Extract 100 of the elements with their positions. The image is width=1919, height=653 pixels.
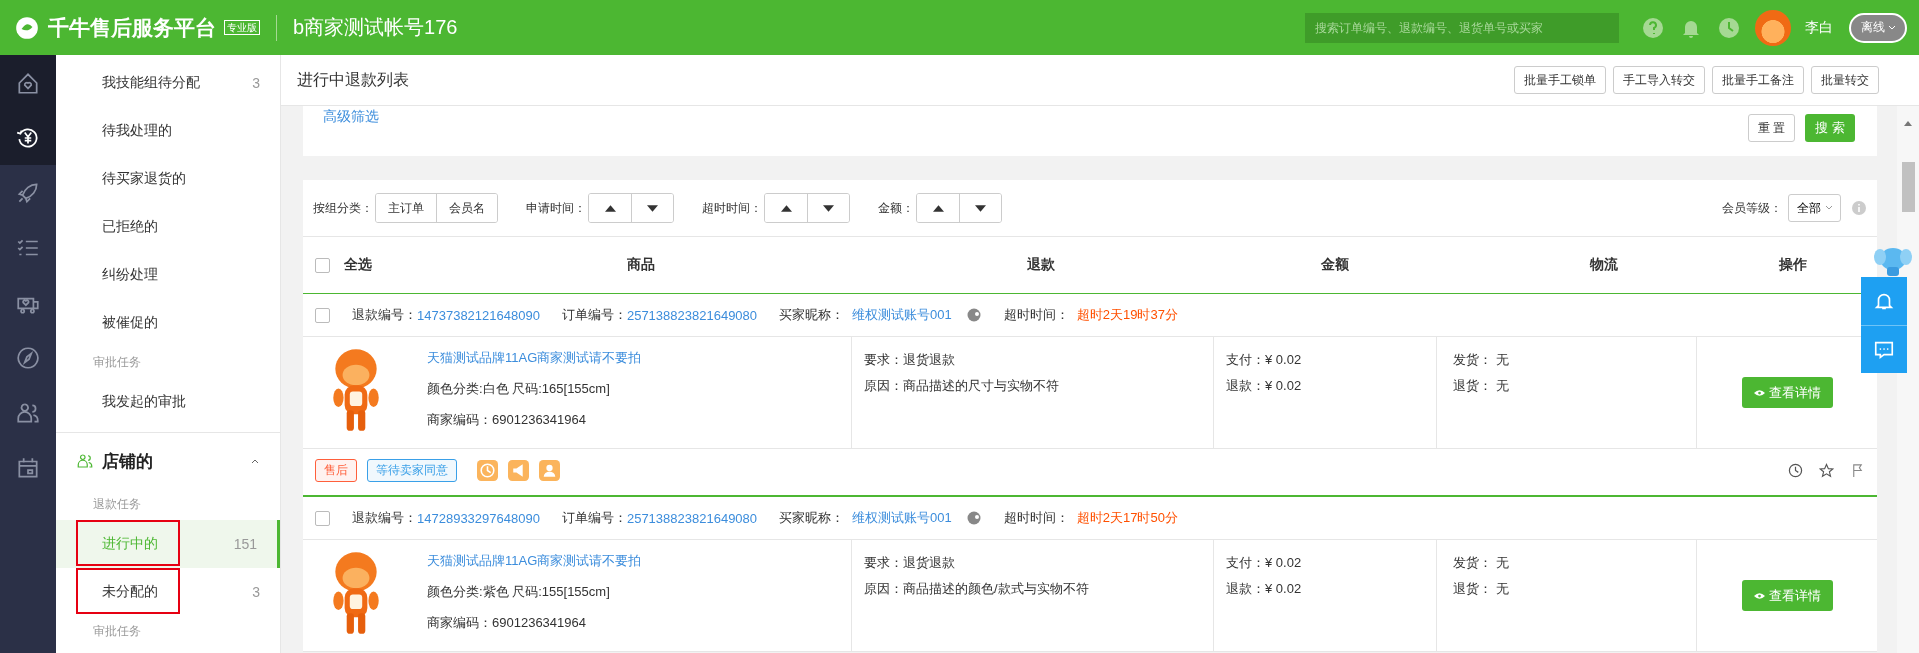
sidebar-item[interactable]: 我发起的审批 <box>56 378 280 426</box>
sidebar-item[interactable]: 待买家退货的 <box>56 155 280 203</box>
buyer-link[interactable]: 维权测试账号001 <box>852 306 952 324</box>
megaphone-icon[interactable] <box>508 459 529 481</box>
app-title: 千牛售后服务平台 <box>48 14 216 41</box>
level-label: 会员等级： <box>1722 199 1782 217</box>
field-label: 超时时间： <box>1003 306 1069 324</box>
field-label: 退款编号： <box>352 306 417 324</box>
refund-amount: 退款：¥ 0.02 <box>1226 377 1303 395</box>
action-button[interactable]: 批量转交 <box>1811 66 1879 94</box>
group-label: 按组分类： <box>313 199 373 217</box>
advanced-filter-link[interactable]: 高级筛选 <box>323 108 379 126</box>
sidebar-item[interactable]: 未分配的 3 <box>56 568 280 616</box>
refund-requirement: 要求：退货退款 <box>864 351 956 369</box>
logo-icon <box>14 14 40 41</box>
down-triangle-icon <box>823 204 834 212</box>
clock-icon[interactable] <box>1788 462 1803 478</box>
shipping-status: 发货： 无 <box>1453 351 1510 369</box>
field-label: 买家昵称： <box>779 306 845 324</box>
paid-amount: 支付：¥ 0.02 <box>1226 554 1303 572</box>
sort-label: 金额： <box>878 199 914 217</box>
refund-reason: 原因：商品描述的尺寸与实物不符 <box>864 377 1060 395</box>
notification-button[interactable] <box>1861 277 1907 325</box>
reset-button[interactable]: 重 置 <box>1748 114 1796 142</box>
chat-icon[interactable] <box>965 510 982 526</box>
user-name: 李白 <box>1805 18 1833 37</box>
sidebar-item[interactable]: 纠纷处理 <box>56 251 280 299</box>
product-code: 商家编码：6901236341964 <box>427 614 587 632</box>
up-triangle-icon <box>780 204 792 212</box>
timeout-value: 超时2天17时50分 <box>1076 509 1178 527</box>
message-button[interactable] <box>1861 325 1907 373</box>
edition-badge: 专业版 <box>224 20 260 35</box>
scroll-up-icon[interactable] <box>1903 120 1913 126</box>
sidebar-item[interactable]: 被催促的 <box>56 299 280 347</box>
down-triangle-icon <box>647 204 658 212</box>
section-label: 审批任务 <box>92 354 142 371</box>
product-title-link[interactable]: 天猫测试品牌11AG商家测试请不要拍 <box>427 349 642 367</box>
sort-down-button[interactable] <box>631 194 673 222</box>
status-tag: 等待卖家同意 <box>367 458 457 482</box>
action-button[interactable]: 批量手工备注 <box>1712 66 1804 94</box>
sidebar-item[interactable]: 我技能组待分配 3 <box>56 59 280 107</box>
column-header: 操作 <box>1778 256 1808 274</box>
avatar[interactable] <box>1755 9 1791 46</box>
sort-down-button[interactable] <box>807 194 849 222</box>
action-button[interactable]: 手工导入转交 <box>1613 66 1705 94</box>
timeout-value: 超时2天19时37分 <box>1076 306 1178 324</box>
order-number-link[interactable]: 257138823821649080 <box>626 307 758 323</box>
up-triangle-icon <box>932 204 944 212</box>
product-title-link[interactable]: 天猫测试品牌11AG商家测试请不要拍 <box>427 552 642 570</box>
level-select[interactable]: 全部 <box>1788 194 1841 222</box>
sidebar-item[interactable]: 已拒绝的 <box>56 203 280 251</box>
column-header: 金额 <box>1320 256 1350 274</box>
field-label: 退款编号： <box>352 509 417 527</box>
sort-label: 超时时间： <box>702 199 762 217</box>
select-all-label: 全选 <box>344 256 372 274</box>
status-tag: 售后 <box>315 458 357 482</box>
refund-requirement: 要求：退货退款 <box>864 554 956 572</box>
column-header: 退款 <box>1026 256 1056 274</box>
section-label: 审批任务 <box>92 623 142 640</box>
refund-amount: 退款：¥ 0.02 <box>1226 580 1303 598</box>
chat-icon[interactable] <box>965 307 982 323</box>
scrollbar[interactable] <box>1897 106 1919 653</box>
paid-amount: 支付：¥ 0.02 <box>1226 351 1303 369</box>
scroll-thumb[interactable] <box>1901 162 1915 212</box>
field-label: 订单编号： <box>561 306 627 324</box>
checkbox[interactable] <box>315 257 330 273</box>
eye-icon <box>1753 591 1765 600</box>
up-triangle-icon <box>604 204 616 212</box>
column-header: 商品 <box>626 256 656 274</box>
order-number-link[interactable]: 257138823821649080 <box>626 510 758 526</box>
shipping-status: 发货： 无 <box>1453 554 1510 572</box>
refund-reason: 原因：商品描述的颜色/款式与实物不符 <box>864 580 1090 598</box>
person-icon[interactable] <box>539 459 560 481</box>
page-title: 进行中退款列表 <box>297 69 409 90</box>
column-header: 物流 <box>1588 256 1619 274</box>
refund-number-link[interactable]: 14728933297648090 <box>417 510 540 526</box>
sidebar-item[interactable]: 待我处理的 <box>56 107 280 155</box>
field-label: 订单编号： <box>561 509 627 527</box>
sort-label: 申请时间： <box>526 199 586 217</box>
sort-down-button[interactable] <box>959 194 1001 222</box>
refund-number-link[interactable]: 14737382121648090 <box>417 307 540 323</box>
star-icon[interactable] <box>1819 462 1834 478</box>
down-triangle-icon <box>975 204 986 212</box>
group-button[interactable]: 会员名 <box>436 194 497 222</box>
product-spec: 颜色分类:白色 尺码:165[155cm] <box>427 380 611 398</box>
buyer-link[interactable]: 维权测试账号001 <box>852 509 952 527</box>
checkbox[interactable] <box>315 510 330 526</box>
checkbox[interactable] <box>315 307 330 323</box>
product-spec: 颜色分类:紫色 尺码:155[155cm] <box>427 583 611 601</box>
compass-icon <box>15 344 41 371</box>
account-name: b商家测试帐号176 <box>293 15 458 40</box>
nav-button[interactable] <box>0 110 56 165</box>
flag-icon[interactable] <box>1850 462 1865 478</box>
info-icon <box>1851 200 1867 216</box>
shop-group-header[interactable]: 店铺的 <box>56 432 280 489</box>
action-button[interactable]: 批量手工锁单 <box>1514 66 1606 94</box>
product-code: 商家编码：6901236341964 <box>427 411 587 429</box>
status-dropdown[interactable]: 离线 <box>1849 12 1907 43</box>
section-label: 退款任务 <box>92 496 142 513</box>
search-field[interactable]: 搜索订单编号、退款编号、退货单号或买家 <box>1305 12 1619 43</box>
